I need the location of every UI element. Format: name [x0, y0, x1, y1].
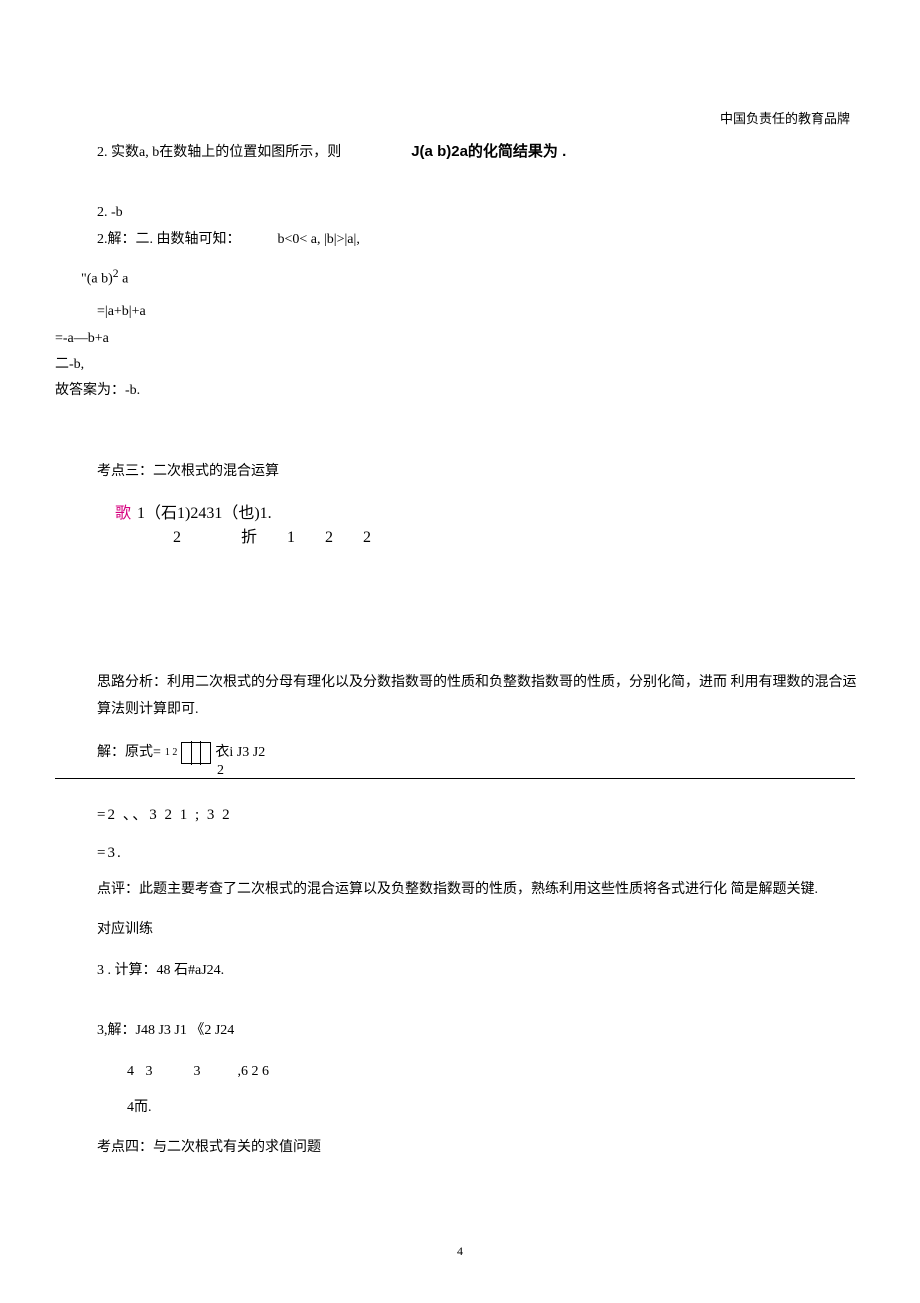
topic3-row2-fold: 折	[241, 525, 257, 551]
topic3-comment: 点评：此题主要考查了二次根式的混合运算以及负整数指数哥的性质，熟练利用这些性质将…	[55, 879, 865, 901]
q2-final: 故答案为：-b.	[55, 380, 865, 402]
topic3-sol-underline: 2	[55, 760, 855, 779]
topic3-title: 考点三：二次根式的混合运算	[55, 461, 865, 483]
crossed-box-icon	[181, 742, 211, 764]
topic3-example-row2: 2 折 1 2 2	[55, 525, 865, 551]
topic3-train-step1: 4 3 3 ,6 2 6	[55, 1061, 865, 1083]
t3-step1-b: 3	[194, 1064, 201, 1079]
q2-expression-sup: 2	[451, 140, 459, 164]
q2-prompt: 2. 实数a, b在数轴上的位置如图所示，则 J(a b)2 a的化简结果为 .	[55, 140, 865, 164]
topic4-title: 考点四：与二次根式有关的求值问题	[55, 1137, 865, 1159]
q2-step-result: 二-b,	[55, 354, 865, 376]
topic3-example-row1: 歌 1（石1)2431（也)1.	[55, 501, 865, 527]
t3-step1-c: ,6 2 6	[238, 1064, 270, 1079]
topic3-row2-c: 2	[325, 525, 333, 551]
topic3-calc1: =2 、、3 2 1 ; 3 2	[55, 803, 865, 827]
topic3-train-sol-open: 3,解：J48 J3 J1 《2 J24	[55, 1020, 865, 1042]
q2-prompt-text: 2. 实数a, b在数轴上的位置如图所示，则	[97, 142, 341, 164]
t3-step1-a: 4 3	[127, 1064, 157, 1079]
q2-step-abs: =|a+b|+a	[55, 301, 865, 323]
topic3-train-step2: 4而.	[55, 1097, 865, 1119]
page-number: 4	[0, 1244, 920, 1259]
topic3-train-label: 对应训练	[55, 919, 865, 941]
topic3-pink-char: 歌	[115, 501, 131, 527]
document-body: 2. 实数a, b在数轴上的位置如图所示，则 J(a b)2 a的化简结果为 .…	[0, 0, 920, 1160]
q2-step-sqrt-tail: a	[119, 272, 129, 287]
topic3-row1-rest: 1（石1)2431（也)1.	[137, 501, 272, 527]
q2-solution-open: 2.解：二. 由数轴可知： b<0< a, |b|>|a|,	[55, 229, 865, 251]
topic3-train-question: 3 . 计算：48 石#aJ24.	[55, 960, 865, 982]
topic3-sol-under: 2	[217, 763, 224, 778]
topic3-row2-b: 1	[287, 525, 295, 551]
q2-sol-condition: b<0< a, |b|>|a|,	[278, 232, 360, 247]
q2-sol-label: 2.解：二. 由数轴可知：	[97, 232, 241, 247]
topic3-calc2: =3.	[55, 841, 865, 865]
q2-expression-tail: a的化简结果为 .	[460, 140, 567, 164]
topic3-row2-d: 2	[363, 525, 371, 551]
q2-answer-short: 2. -b	[55, 202, 865, 224]
topic3-analysis: 思路分析：利用二次根式的分母有理化以及分数指数哥的性质和负整数指数哥的性质，分别…	[55, 670, 865, 723]
topic3-row2-a: 2	[173, 525, 181, 551]
q2-step-sqrt-base: "(a b)	[81, 272, 113, 287]
q2-step-sqrt: "(a b)2 a	[55, 265, 865, 291]
brand-header: 中国负责任的教育品牌	[720, 108, 850, 127]
q2-expression-base: J(a b)	[411, 140, 451, 164]
q2-step-expand: =-a—b+a	[55, 328, 865, 350]
topic3-sol-label: 解：原式=	[97, 742, 161, 764]
